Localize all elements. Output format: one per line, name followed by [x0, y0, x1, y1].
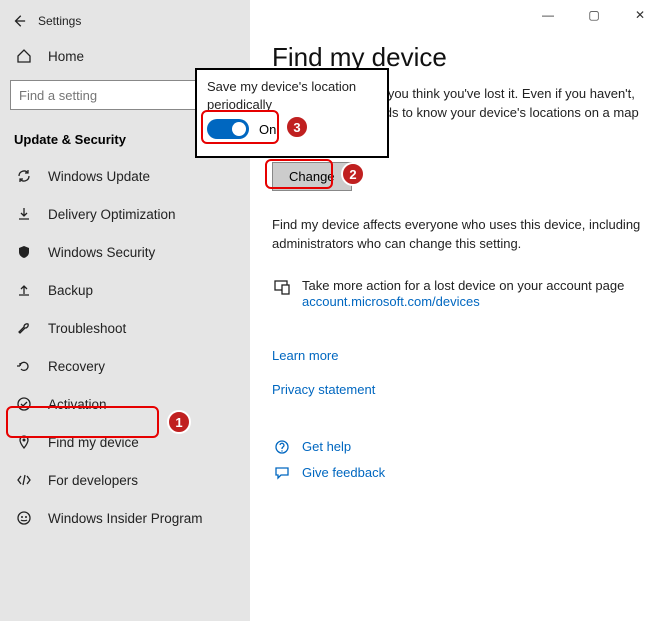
get-help-link[interactable]: Get help — [302, 439, 351, 454]
window-controls: — ▢ ✕ — [525, 0, 663, 30]
nav-label: Troubleshoot — [48, 321, 126, 336]
account-devices-link[interactable]: account.microsoft.com/devices — [302, 294, 480, 309]
back-button[interactable] — [10, 12, 28, 30]
account-action-text: Take more action for a lost device on yo… — [302, 278, 624, 293]
feedback-icon — [272, 465, 292, 481]
recovery-icon — [14, 358, 34, 374]
location-icon — [14, 434, 34, 450]
maximize-button[interactable]: ▢ — [571, 0, 617, 30]
popup-title: Save my device's location periodically — [207, 78, 377, 113]
sidebar-item-backup[interactable]: Backup — [0, 271, 250, 309]
sidebar-item-find-my-device[interactable]: Find my device — [0, 423, 250, 461]
location-toggle[interactable] — [207, 119, 249, 139]
affects-text: Find my device affects everyone who uses… — [272, 215, 641, 254]
nav-label: Windows Insider Program — [48, 511, 203, 526]
back-arrow-icon — [12, 14, 26, 28]
insider-icon — [14, 510, 34, 526]
upload-icon — [14, 282, 34, 298]
change-button[interactable]: Change — [272, 162, 352, 191]
location-popup: Save my device's location periodically O… — [195, 68, 389, 158]
nav-label: Windows Update — [48, 169, 150, 184]
sidebar-item-delivery-optimization[interactable]: Delivery Optimization — [0, 195, 250, 233]
toggle-label: On — [259, 122, 276, 137]
check-circle-icon — [14, 396, 34, 412]
sidebar-item-for-developers[interactable]: For developers — [0, 461, 250, 499]
window-title: Settings — [38, 14, 81, 28]
account-action-row: Take more action for a lost device on yo… — [272, 278, 641, 311]
learn-more-link[interactable]: Learn more — [272, 348, 338, 363]
nav-label: Backup — [48, 283, 93, 298]
sidebar-item-windows-update[interactable]: Windows Update — [0, 157, 250, 195]
nav-label: Recovery — [48, 359, 105, 374]
get-help-row[interactable]: Get help — [272, 439, 641, 455]
nav-label: For developers — [48, 473, 138, 488]
sync-icon — [14, 168, 34, 184]
wrench-icon — [14, 320, 34, 336]
help-icon — [272, 439, 292, 455]
download-icon — [14, 206, 34, 222]
nav-label: Find my device — [48, 435, 139, 450]
shield-icon — [14, 244, 34, 260]
feedback-row[interactable]: Give feedback — [272, 465, 641, 481]
home-icon — [14, 48, 34, 64]
developer-icon — [14, 472, 34, 488]
nav-label: Windows Security — [48, 245, 155, 260]
sidebar-item-insider[interactable]: Windows Insider Program — [0, 499, 250, 537]
home-label: Home — [48, 49, 84, 64]
sidebar-item-activation[interactable]: Activation — [0, 385, 250, 423]
privacy-link[interactable]: Privacy statement — [272, 382, 375, 397]
nav-label: Activation — [48, 397, 107, 412]
sidebar-item-recovery[interactable]: Recovery — [0, 347, 250, 385]
titlebar: Settings — [0, 8, 250, 38]
nav-label: Delivery Optimization — [48, 207, 176, 222]
devices-icon — [272, 278, 292, 296]
minimize-button[interactable]: — — [525, 0, 571, 30]
close-button[interactable]: ✕ — [617, 0, 663, 30]
sidebar-item-windows-security[interactable]: Windows Security — [0, 233, 250, 271]
sidebar-item-troubleshoot[interactable]: Troubleshoot — [0, 309, 250, 347]
give-feedback-link[interactable]: Give feedback — [302, 465, 385, 480]
